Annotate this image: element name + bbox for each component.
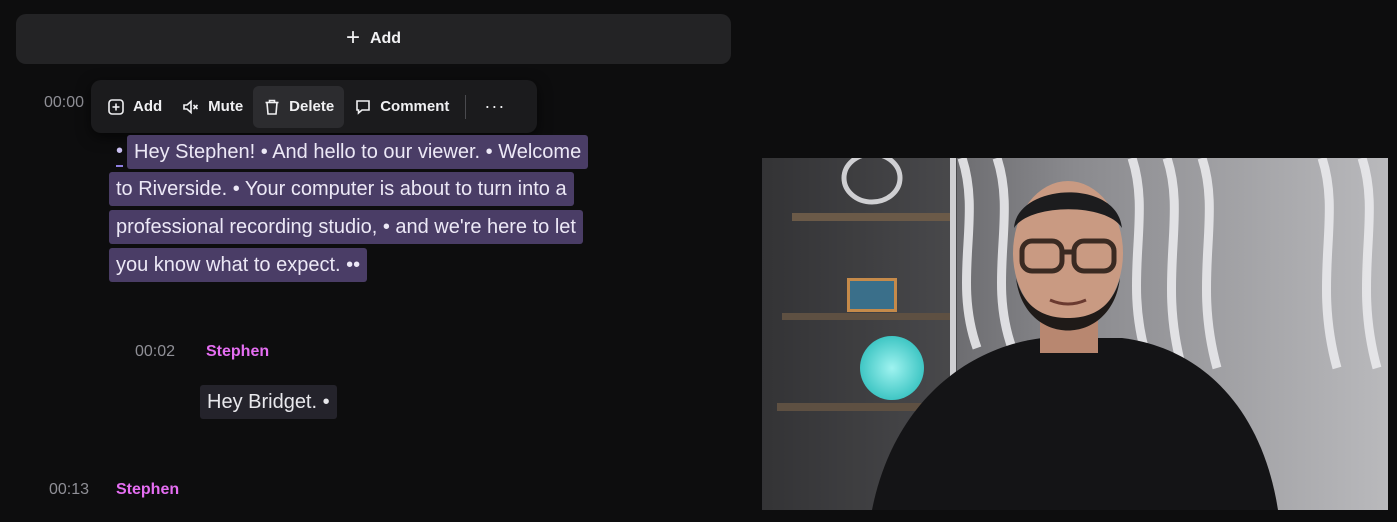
segment-timestamp: 00:00 bbox=[44, 94, 85, 111]
transcript-line[interactable]: professional recording studio, • and we'… bbox=[109, 210, 583, 244]
toolbar-mute-button[interactable]: Mute bbox=[172, 86, 253, 128]
plus-icon: + bbox=[345, 24, 360, 51]
toolbar-mute-label: Mute bbox=[208, 98, 244, 115]
more-options-button[interactable]: ··· bbox=[472, 96, 517, 117]
add-segment-button[interactable]: + Add bbox=[16, 14, 731, 64]
speaker-video-frame bbox=[762, 158, 1388, 510]
speaker-name: Stephen bbox=[116, 481, 180, 498]
segment-timestamp: 00:13 bbox=[49, 481, 90, 498]
transcript-line[interactable]: you know what to expect. •• bbox=[109, 248, 368, 282]
toolbar-delete-label: Delete bbox=[289, 98, 335, 115]
selection-start-marker[interactable]: • bbox=[116, 137, 124, 167]
video-preview[interactable] bbox=[762, 158, 1388, 510]
mute-icon bbox=[183, 99, 199, 114]
segment-timestamp: 00:02 bbox=[135, 343, 176, 360]
selection-toolbar: Add Mute Delete Comment ··· bbox=[91, 80, 537, 133]
toolbar-divider bbox=[465, 94, 467, 119]
comment-icon bbox=[356, 99, 371, 115]
add-box-icon bbox=[108, 98, 124, 115]
toolbar-comment-label: Comment bbox=[380, 98, 450, 115]
toolbar-add-button[interactable]: Add bbox=[97, 86, 172, 128]
add-segment-label: Add bbox=[369, 30, 402, 47]
toolbar-comment-button[interactable]: Comment bbox=[344, 86, 459, 128]
transcript-line[interactable]: Hey Stephen! • And hello to our viewer. … bbox=[127, 135, 589, 169]
trash-icon bbox=[265, 99, 279, 115]
transcript-line[interactable]: to Riverside. • Your computer is about t… bbox=[109, 172, 574, 206]
transcript-line[interactable]: Hey Bridget. • bbox=[200, 385, 337, 419]
toolbar-add-label: Add bbox=[133, 98, 163, 115]
speaker-name: Stephen bbox=[206, 343, 270, 360]
toolbar-delete-button[interactable]: Delete bbox=[253, 85, 345, 128]
